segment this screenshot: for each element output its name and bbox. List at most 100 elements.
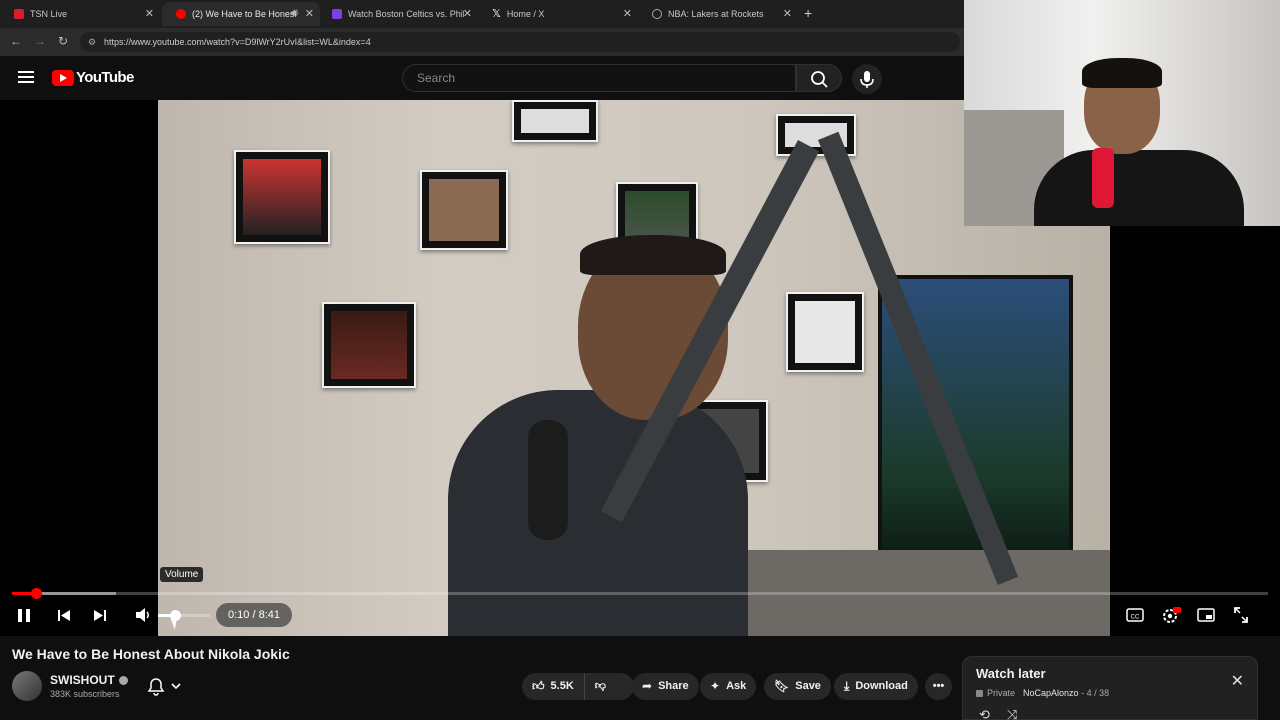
fullscreen-button[interactable]	[1232, 604, 1250, 626]
share-label: Share	[658, 680, 689, 692]
address-bar-row: ← → ↻ ⚙ https://www.youtube.com/watch?v=…	[0, 28, 964, 56]
channel-avatar[interactable]	[12, 671, 42, 701]
x-favicon-icon: 𝕏	[492, 8, 501, 20]
notification-bell-button[interactable]	[140, 672, 192, 700]
more-icon: •••	[932, 680, 945, 692]
lock-icon	[976, 690, 983, 697]
chevron-down-icon	[171, 683, 181, 690]
channel-name[interactable]: SWISHOUT	[50, 673, 128, 687]
forward-arrow-icon[interactable]: →	[34, 34, 46, 48]
miniplayer-button[interactable]	[1197, 604, 1215, 626]
browser-tab-active[interactable]: (2) We Have to Be Honest A 🔊︎ ✕	[162, 2, 320, 26]
wall-picture	[512, 100, 598, 142]
new-tab-button[interactable]: +	[804, 5, 812, 21]
youtube-logo[interactable]: YouTube	[52, 69, 134, 86]
thumbs-down-icon: 👎︎	[594, 680, 606, 692]
like-count: 5.5K	[550, 680, 574, 692]
svg-text:CC: CC	[1131, 615, 1140, 621]
next-icon	[94, 610, 106, 621]
hamburger-menu-icon[interactable]	[18, 71, 34, 83]
sparkle-icon: ✦	[710, 679, 721, 693]
pause-button[interactable]	[16, 604, 32, 626]
save-button[interactable]: 🔖︎ Save	[764, 673, 831, 700]
microphone-icon	[860, 71, 874, 88]
like-button[interactable]: 👍︎ 5.5K	[522, 673, 585, 700]
playlist-meta: Private NoCapAlonzo - 4 / 38	[976, 688, 1109, 698]
verified-badge-icon	[118, 676, 128, 686]
progress-bar[interactable]	[12, 588, 1268, 599]
wall-picture	[786, 292, 864, 372]
close-tab-icon[interactable]: ✕	[463, 7, 472, 20]
microphone	[528, 420, 568, 540]
site-info-icon[interactable]: ⚙	[88, 32, 96, 52]
volume-icon	[136, 608, 149, 622]
video-title: We Have to Be Honest About Nikola Jokic	[12, 646, 290, 662]
close-tab-icon[interactable]: ✕	[145, 7, 154, 20]
ask-button[interactable]: ✦ Ask	[700, 673, 757, 700]
browser-tab[interactable]: TSN Live ✕	[0, 2, 160, 26]
settings-button[interactable]	[1161, 604, 1181, 626]
celtics-favicon-icon	[332, 9, 342, 19]
share-button[interactable]: ➦ Share	[632, 673, 699, 700]
tsn-favicon-icon	[14, 9, 24, 19]
save-label: Save	[795, 680, 821, 692]
pause-icon	[18, 609, 30, 622]
progress-scrubber-handle[interactable]	[30, 588, 42, 599]
close-tab-icon[interactable]: ✕	[783, 7, 792, 20]
shuffle-icon[interactable]: ⤨	[1007, 707, 1017, 720]
youtube-play-logo-icon	[52, 69, 74, 86]
download-icon: ⤓	[844, 679, 850, 693]
url-field[interactable]: ⚙ https://www.youtube.com/watch?v=D9lWrY…	[80, 32, 960, 52]
speaker-icon[interactable]: 🔊︎	[291, 7, 298, 20]
url-text: https://www.youtube.com/watch?v=D9lWrY2r…	[104, 37, 371, 47]
close-icon[interactable]: ✕	[1231, 671, 1244, 691]
streamer-hair	[1082, 58, 1162, 88]
search-button[interactable]	[796, 64, 842, 92]
browser-tab[interactable]: NBA: Lakers at Rockets ✕	[638, 2, 798, 26]
close-tab-icon[interactable]: ✕	[305, 7, 314, 20]
reload-icon[interactable]: ↻	[58, 34, 68, 48]
settings-icon	[1163, 607, 1181, 623]
bell-icon	[147, 678, 181, 696]
voice-search-button[interactable]	[852, 64, 882, 94]
next-button[interactable]	[92, 604, 108, 626]
captions-button[interactable]: CC	[1126, 604, 1144, 626]
playlist-title[interactable]: Watch later	[976, 666, 1046, 681]
browser-tab-bar: TSN Live ✕ (2) We Have to Be Honest A 🔊︎…	[0, 0, 964, 28]
browser-tab[interactable]: Watch Boston Celtics vs. Philad ✕	[318, 2, 478, 26]
wall-picture	[420, 170, 508, 250]
previous-button[interactable]	[56, 604, 72, 626]
channel-name-text: SWISHOUT	[50, 673, 115, 687]
red-microphone	[1092, 148, 1114, 208]
globe-favicon-icon	[652, 9, 662, 19]
tab-title: (2) We Have to Be Honest A	[192, 9, 296, 19]
tab-title: Watch Boston Celtics vs. Philad	[348, 9, 464, 19]
logo-text: YouTube	[76, 69, 134, 86]
more-actions-button[interactable]: •••	[925, 673, 952, 700]
miniplayer-icon	[1197, 608, 1215, 622]
playlist-privacy: Private	[987, 688, 1016, 698]
playlist-owner[interactable]: NoCapAlonzo	[1023, 688, 1079, 698]
subscriber-count: 383K subscribers	[50, 689, 120, 699]
search-icon	[811, 71, 828, 88]
time-display: 0:10 / 8:41	[216, 603, 292, 627]
streamer-body	[1034, 150, 1244, 226]
loop-icon[interactable]: ⟲	[979, 707, 990, 720]
download-label: Download	[855, 680, 908, 692]
webcam-overlay	[964, 0, 1280, 226]
close-tab-icon[interactable]: ✕	[623, 7, 632, 20]
browser-tab[interactable]: 𝕏 Home / X ✕	[478, 2, 638, 26]
captions-icon: CC	[1126, 608, 1144, 622]
mute-button[interactable]	[134, 604, 152, 626]
search-input[interactable]: Search	[402, 64, 796, 92]
share-icon: ➦	[642, 679, 653, 693]
fullscreen-icon	[1234, 607, 1248, 623]
tab-title: TSN Live	[30, 9, 68, 19]
wall-picture	[322, 302, 416, 388]
back-arrow-icon[interactable]: ←	[10, 34, 22, 48]
download-button[interactable]: ⤓ Download	[834, 673, 918, 700]
wall-picture	[234, 150, 330, 244]
volume-slider[interactable]	[158, 610, 210, 621]
bookmark-icon: 🔖︎	[774, 679, 790, 693]
dislike-button[interactable]: 👎︎	[585, 673, 616, 700]
